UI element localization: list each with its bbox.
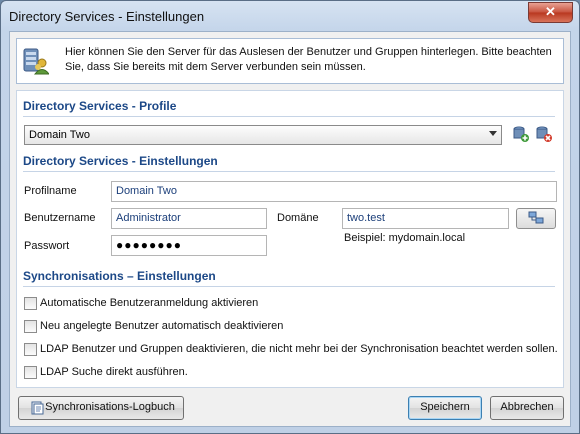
username-value: Administrator [116, 212, 181, 224]
password-label: Passwort [24, 240, 70, 252]
dialog-window: Directory Services - Einstellungen ✕ Hie… [0, 0, 580, 434]
dialog-client: Hier können Sie den Server für das Ausle… [9, 31, 571, 427]
password-input[interactable]: ●●●●●●●● [111, 235, 267, 256]
profile-section-title: Directory Services - Profile [23, 99, 177, 113]
save-button[interactable]: Speichern [408, 396, 482, 420]
info-text: Hier können Sie den Server für das Ausle… [65, 46, 552, 73]
domain-example-hint: Beispiel: mydomain.local [344, 232, 466, 244]
username-label: Benutzername [24, 212, 96, 224]
profile-select-value: Domain Two [29, 129, 90, 141]
sync-section-title: Synchronisations – Einstellungen [23, 269, 216, 283]
divider [23, 171, 555, 172]
close-button[interactable]: ✕ [528, 2, 573, 23]
title-bar[interactable]: Directory Services - Einstellungen ✕ [1, 1, 579, 31]
sync-log-label: Synchronisations-Logbuch [45, 401, 175, 413]
checkbox[interactable] [24, 297, 37, 310]
profile-select[interactable]: Domain Two [24, 125, 502, 145]
logbook-icon [31, 401, 44, 415]
info-banner: Hier können Sie den Server für das Ausle… [16, 38, 564, 84]
profile-name-value: Domain Two [116, 185, 177, 197]
checkbox[interactable] [24, 343, 37, 356]
settings-panel: Directory Services - Profile Domain Two … [16, 90, 564, 388]
profile-name-input[interactable]: Domain Two [111, 181, 557, 202]
domain-value: two.test [347, 212, 385, 224]
server-users-icon [23, 48, 49, 75]
divider [23, 286, 555, 287]
sync-log-button[interactable]: Synchronisations-Logbuch [18, 396, 184, 420]
cancel-button[interactable]: Abbrechen [490, 396, 564, 420]
browse-domain-button[interactable] [516, 208, 556, 229]
delete-profile-icon[interactable] [535, 125, 553, 143]
username-input[interactable]: Administrator [111, 208, 267, 229]
profile-name-label: Profilname [24, 185, 77, 197]
checkbox[interactable] [24, 320, 37, 333]
password-value: ●●●●●●●● [116, 238, 182, 252]
add-profile-icon[interactable] [512, 125, 530, 143]
window-title: Directory Services - Einstellungen [9, 9, 205, 24]
divider [23, 116, 555, 117]
domain-label: Domäne [277, 212, 319, 224]
checkbox-label: LDAP Suche direkt ausführen. [40, 366, 188, 378]
domain-input[interactable]: two.test [342, 208, 509, 229]
settings-section-title: Directory Services - Einstellungen [23, 154, 218, 168]
network-icon [528, 211, 544, 224]
checkbox-label: LDAP Benutzer und Gruppen deaktivieren, … [40, 343, 558, 355]
checkbox-label: Automatische Benutzeranmeldung aktiviere… [40, 297, 259, 309]
checkbox-label: Neu angelegte Benutzer automatisch deakt… [40, 320, 284, 332]
chevron-down-icon [489, 131, 497, 136]
checkbox[interactable] [24, 366, 37, 379]
